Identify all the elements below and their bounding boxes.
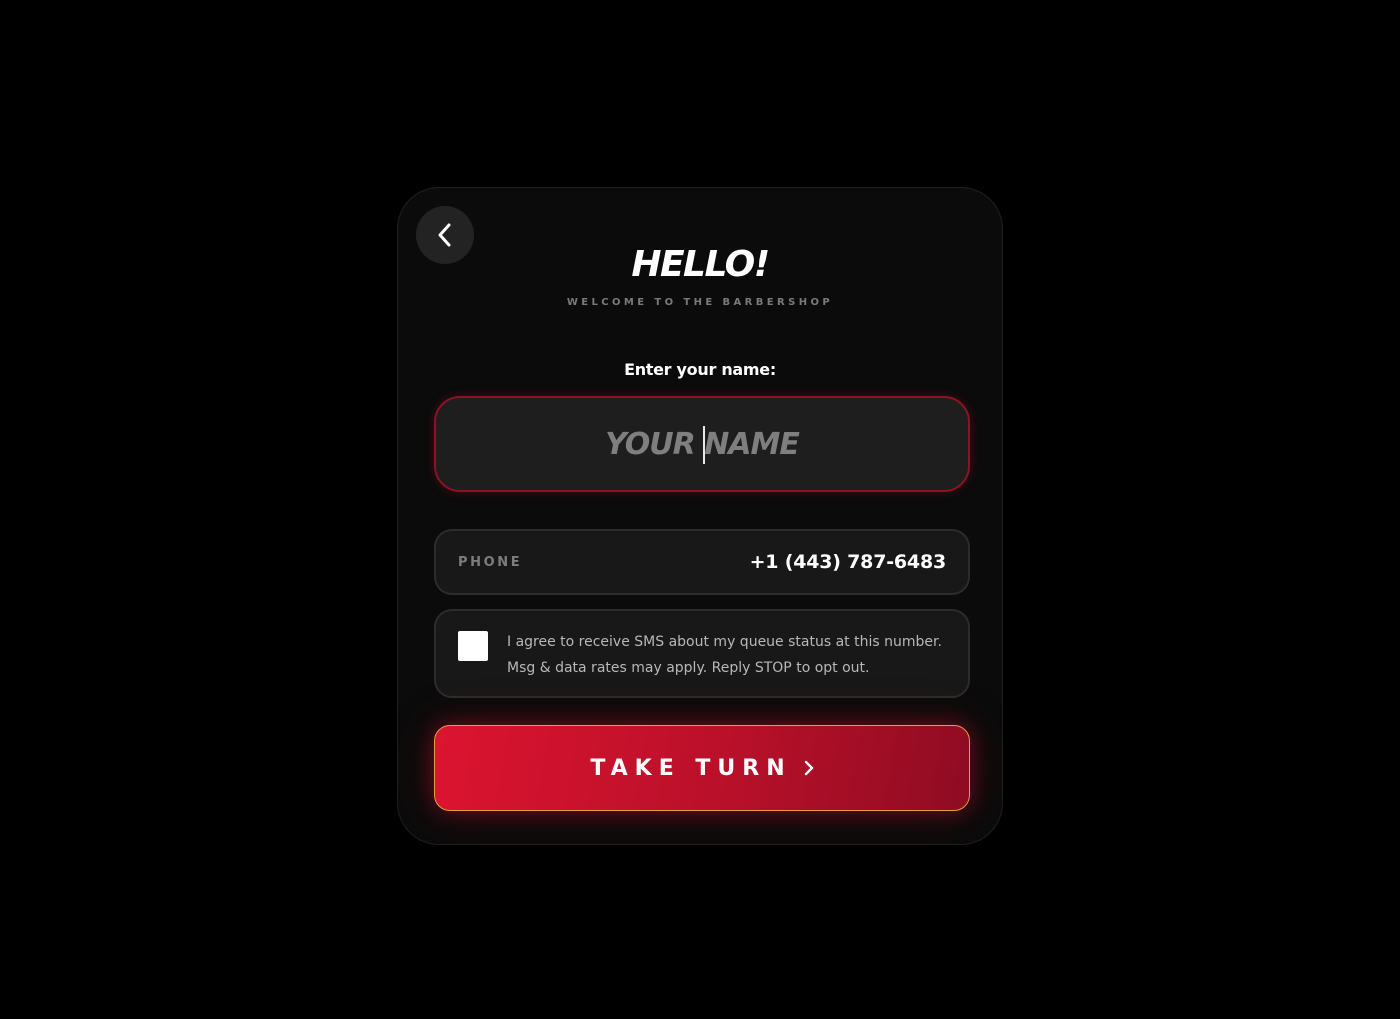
sms-consent-checkbox[interactable] (458, 631, 488, 661)
take-turn-label: TAKE TURN (590, 755, 792, 781)
name-field-label: Enter your name: (624, 360, 776, 379)
chevron-right-icon (804, 760, 814, 776)
name-field-container (434, 396, 970, 492)
text-caret (703, 426, 705, 464)
sms-consent-text: I agree to receive SMS about my queue st… (507, 629, 952, 681)
phone-value: +1 (443) 787-6483 (749, 551, 947, 573)
page-subtitle: WELCOME TO THE BARBERSHOP (566, 297, 834, 308)
consent-line-2: Msg & data rates may apply. Reply STOP t… (507, 660, 870, 676)
sms-consent: I agree to receive SMS about my queue st… (434, 609, 970, 698)
welcome-card: HELLO! WELCOME TO THE BARBERSHOP Enter y… (397, 187, 1003, 845)
phone-label: PHONE (458, 554, 523, 570)
take-turn-button[interactable]: TAKE TURN (434, 725, 970, 811)
page-title: HELLO! (631, 244, 770, 285)
consent-line-1: I agree to receive SMS about my queue st… (507, 634, 942, 650)
phone-field[interactable]: PHONE +1 (443) 787-6483 (434, 529, 970, 595)
name-input[interactable] (436, 398, 968, 490)
